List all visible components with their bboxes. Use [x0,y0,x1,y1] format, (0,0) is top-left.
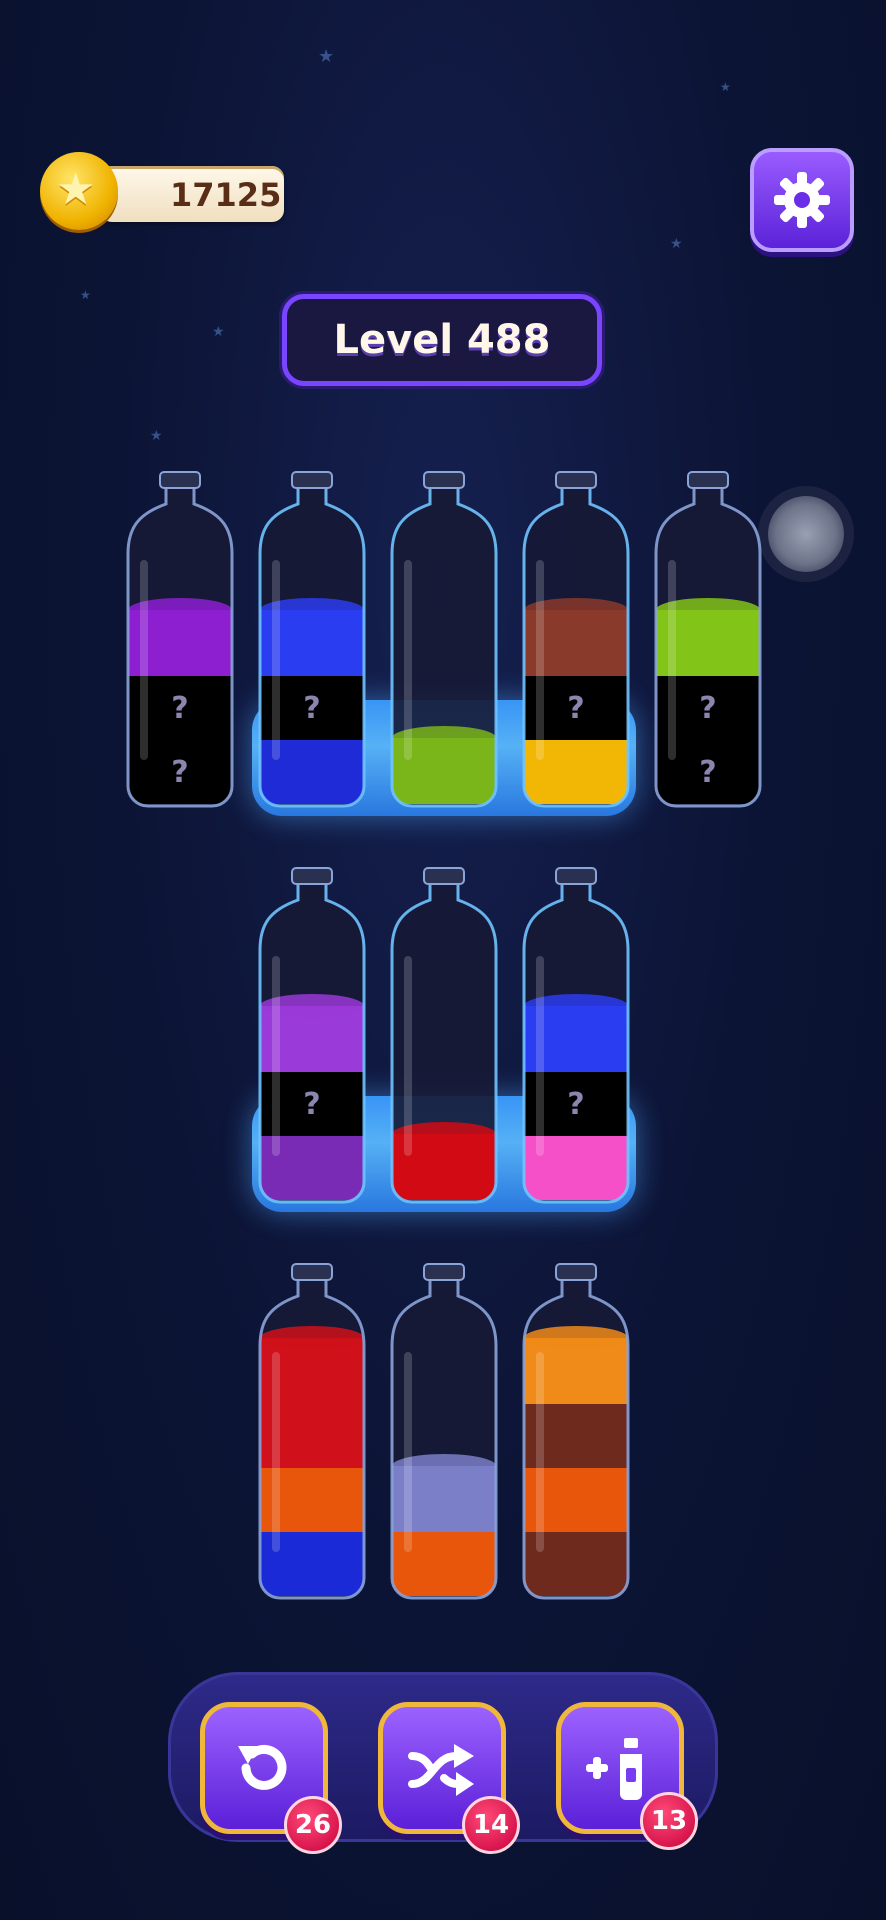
shuffle-icon [408,1744,474,1796]
hidden-layer-mark: ? [303,691,320,726]
star-decoration-icon: ★ [318,46,335,67]
hidden-layer-mark: ? [567,691,584,726]
undo-count-badge: 26 [284,1796,342,1854]
star-decoration-icon: ★ [212,324,225,340]
hidden-layer-mark: ? [567,1087,584,1122]
gear-icon [774,172,830,228]
coin-value: 17125 [170,176,282,214]
shuffle-count: 14 [472,1810,510,1840]
bottle-r1c3[interactable] [386,470,502,810]
add-bottle-count-badge: 13 [640,1792,698,1850]
star-decoration-icon: ★ [80,288,91,302]
bottle-r2c3[interactable]: ? [518,866,634,1206]
hidden-layer-mark: ? [699,755,716,790]
bottle-r3c1[interactable] [254,1262,370,1602]
level-banner: Level 488 [282,294,602,386]
bottle-r1c1[interactable]: ?? [122,470,238,810]
bottle-r1c5[interactable]: ?? [650,470,766,810]
bottle-r3c3[interactable] [518,1262,634,1602]
add-bottle-icon [586,1738,642,1800]
bottle-r3c2[interactable] [386,1262,502,1602]
liquid-surface [260,1326,364,1350]
bottle-r1c2[interactable]: ? [254,470,370,810]
coin-counter: 17125 ★ [40,152,284,230]
bottle-r2c1[interactable]: ? [254,866,370,1206]
add-bottle-count: 13 [650,1806,688,1836]
hidden-layer-mark: ? [303,1087,320,1122]
bottle-r2c2[interactable] [386,866,502,1206]
star-decoration-icon: ★ [720,80,731,94]
settings-button[interactable] [750,148,854,252]
hidden-layer-mark: ? [171,755,188,790]
bottle-r1c4[interactable]: ? [518,470,634,810]
shuffle-count-badge: 14 [462,1796,520,1854]
undo-count: 26 [294,1810,332,1840]
hint-cursor-indicator [768,496,844,572]
liquid-surface [524,1326,628,1350]
coin-icon: ★ [40,152,118,230]
coin-pill: 17125 [100,166,284,222]
undo-icon [238,1744,287,1790]
star-decoration-icon: ★ [150,428,163,444]
hidden-layer-mark: ? [171,691,188,726]
level-label: Level 488 [333,317,551,363]
hidden-layer-mark: ? [699,691,716,726]
star-decoration-icon: ★ [670,236,683,252]
